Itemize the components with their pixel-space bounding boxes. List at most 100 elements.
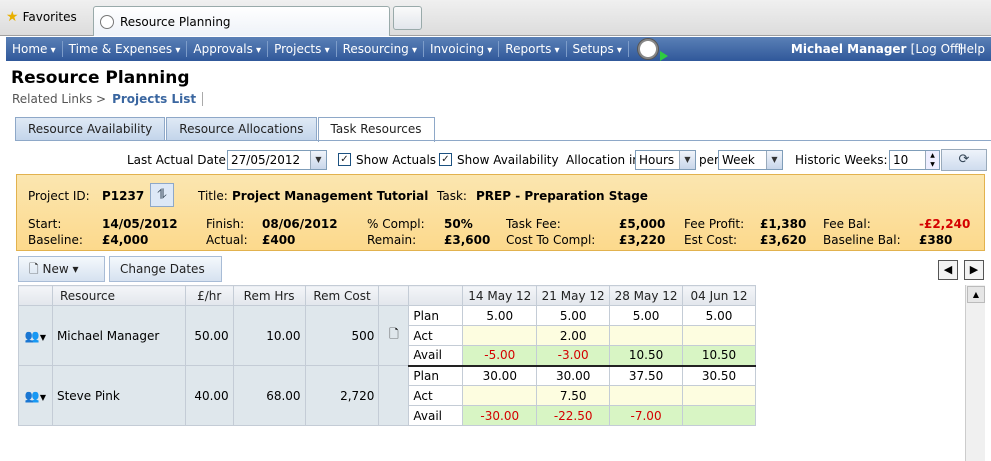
baseline-balance-label: Baseline Bal: xyxy=(823,233,901,247)
nav-home[interactable]: Home xyxy=(6,41,63,57)
row-type-plan: Plan xyxy=(408,305,464,326)
refresh-icon: ⟳ xyxy=(958,152,970,167)
help-link[interactable]: Help xyxy=(958,42,985,56)
grid-toolbar: 🗋 New ▾ Change Dates ◀ ▶ xyxy=(18,256,985,282)
chevron-down-icon: ▼ xyxy=(39,332,47,342)
nav-invoicing[interactable]: Invoicing xyxy=(424,41,500,57)
nav-projects[interactable]: Projects xyxy=(268,41,337,57)
tab-resource-allocations[interactable]: Resource Allocations xyxy=(166,117,317,141)
timer-clock-icon[interactable] xyxy=(636,38,668,61)
avail-cell: -3.00 xyxy=(536,345,611,367)
header-week-2[interactable]: 21 May 12 xyxy=(536,285,611,306)
plan-cell[interactable]: 5.00 xyxy=(536,305,611,326)
task-value: PREP - Preparation Stage xyxy=(476,189,648,203)
actual-label: Actual: xyxy=(206,233,248,247)
tab-task-resources[interactable]: Task Resources xyxy=(317,117,435,142)
refresh-button[interactable]: ⟳ xyxy=(941,149,987,171)
header-rem-cost[interactable]: Rem Cost xyxy=(304,285,380,306)
row-type-act: Act xyxy=(408,385,464,406)
vertical-scrollbar[interactable]: ▲ xyxy=(965,285,985,461)
per-label: per xyxy=(699,153,719,167)
browser-tab[interactable]: Resource Planning xyxy=(93,6,390,36)
finish-label: Finish: xyxy=(206,217,245,231)
allocation-unit-select[interactable]: Hours ▼ xyxy=(635,150,696,170)
resource-rem-cost: 2,720 xyxy=(304,365,380,426)
show-availability-checkbox[interactable]: ✓ xyxy=(439,153,452,166)
nav-setups[interactable]: Setups xyxy=(567,41,629,57)
previous-period-button[interactable]: ◀ xyxy=(938,260,958,280)
remain-label: Remain: xyxy=(367,233,417,247)
cost-to-complete-label: Cost To Compl: xyxy=(506,233,596,247)
percent-complete-label: % Compl: xyxy=(367,217,425,231)
next-period-button[interactable]: ▶ xyxy=(964,260,984,280)
last-actual-date-input[interactable]: 27/05/2012 ▼ xyxy=(227,150,327,170)
avail-cell: -22.50 xyxy=(536,405,611,426)
fee-profit-value: £1,380 xyxy=(760,217,807,231)
plan-cell[interactable]: 5.00 xyxy=(462,305,538,326)
header-week-1[interactable]: 14 May 12 xyxy=(462,285,538,306)
spinner-icon[interactable]: ▲ ▼ xyxy=(925,151,939,169)
est-cost-value: £3,620 xyxy=(760,233,807,247)
chevron-down-icon[interactable]: ▼ xyxy=(310,151,326,169)
resource-menu-button[interactable]: 👥▼ xyxy=(18,305,53,366)
header-rate[interactable]: £/hr xyxy=(184,285,234,306)
user-info: Michael Manager [Log Off] xyxy=(791,42,963,56)
show-actuals-checkbox[interactable]: ✓ xyxy=(338,153,351,166)
act-cell: 7.50 xyxy=(536,385,611,406)
gantt-chart-icon[interactable]: ⥮ xyxy=(150,183,174,207)
plan-cell[interactable]: 30.00 xyxy=(462,365,538,386)
new-button[interactable]: 🗋 New ▾ xyxy=(18,256,105,282)
resource-name[interactable]: Steve Pink xyxy=(51,365,186,426)
plan-cell[interactable]: 30.50 xyxy=(682,365,756,386)
act-cell xyxy=(682,385,756,406)
change-dates-button[interactable]: Change Dates xyxy=(109,256,222,282)
act-cell xyxy=(462,325,538,346)
show-actuals-label: Show Actuals xyxy=(356,153,437,167)
new-tab-button[interactable] xyxy=(393,6,422,30)
arrow-left-icon: ◀ xyxy=(943,263,953,276)
tab-resource-availability[interactable]: Resource Availability xyxy=(15,117,166,141)
breadcrumb: Related Links > Projects List xyxy=(12,92,204,106)
header-week-3[interactable]: 28 May 12 xyxy=(609,285,684,306)
plan-cell[interactable]: 30.00 xyxy=(536,365,611,386)
notes-icon[interactable]: 🗋 xyxy=(378,305,410,366)
historic-weeks-input[interactable]: 10 ▲ ▼ xyxy=(889,150,940,170)
header-resource[interactable]: Resource xyxy=(51,285,186,306)
header-rem-hrs[interactable]: Rem Hrs xyxy=(232,285,306,306)
project-title-value: Project Management Tutorial xyxy=(232,189,429,203)
plan-cell[interactable]: 5.00 xyxy=(609,305,684,326)
resource-rate: 50.00 xyxy=(184,305,234,366)
start-label: Start: xyxy=(28,217,62,231)
projects-list-link[interactable]: Projects List xyxy=(112,92,204,106)
fee-balance-value: -£2,240 xyxy=(919,217,971,231)
fee-profit-label: Fee Profit: xyxy=(684,217,745,231)
header-week-4[interactable]: 04 Jun 12 xyxy=(682,285,756,306)
resource-menu-button[interactable]: 👥▼ xyxy=(18,365,53,426)
row-type-avail: Avail xyxy=(408,405,464,426)
act-cell xyxy=(462,385,538,406)
fee-balance-label: Fee Bal: xyxy=(823,217,871,231)
chevron-down-icon[interactable]: ▼ xyxy=(679,151,695,169)
chevron-down-icon[interactable]: ▼ xyxy=(766,151,782,169)
table-row: 👥▼ Steve Pink 40.00 68.00 2,720 Plan 30.… xyxy=(18,365,756,426)
favorites-button[interactable]: ★ Favorites xyxy=(6,9,77,25)
logoff-link[interactable]: [Log Off] xyxy=(911,42,963,56)
act-cell xyxy=(609,325,684,346)
nav-time-expenses[interactable]: Time & Expenses xyxy=(63,41,188,57)
scroll-up-icon[interactable]: ▲ xyxy=(967,286,985,303)
resource-name[interactable]: Michael Manager xyxy=(51,305,186,366)
view-tabs: Resource Availability Resource Allocatio… xyxy=(15,117,436,142)
plan-cell[interactable]: 37.50 xyxy=(609,365,684,386)
plan-cell[interactable]: 5.00 xyxy=(682,305,756,326)
avail-cell xyxy=(682,405,756,426)
avail-cell: 10.50 xyxy=(682,345,756,367)
nav-approvals[interactable]: Approvals xyxy=(187,41,269,57)
nav-reports[interactable]: Reports xyxy=(499,41,567,57)
table-row: 👥▼ Michael Manager 50.00 10.00 500 🗋 Pla… xyxy=(18,305,756,366)
nav-resourcing[interactable]: Resourcing xyxy=(337,41,425,57)
favorites-label: Favorites xyxy=(22,10,77,24)
stopwatch-icon xyxy=(100,14,114,29)
avail-cell: -5.00 xyxy=(462,345,538,367)
row-type-avail: Avail xyxy=(408,345,464,367)
period-select[interactable]: Week ▼ xyxy=(718,150,783,170)
